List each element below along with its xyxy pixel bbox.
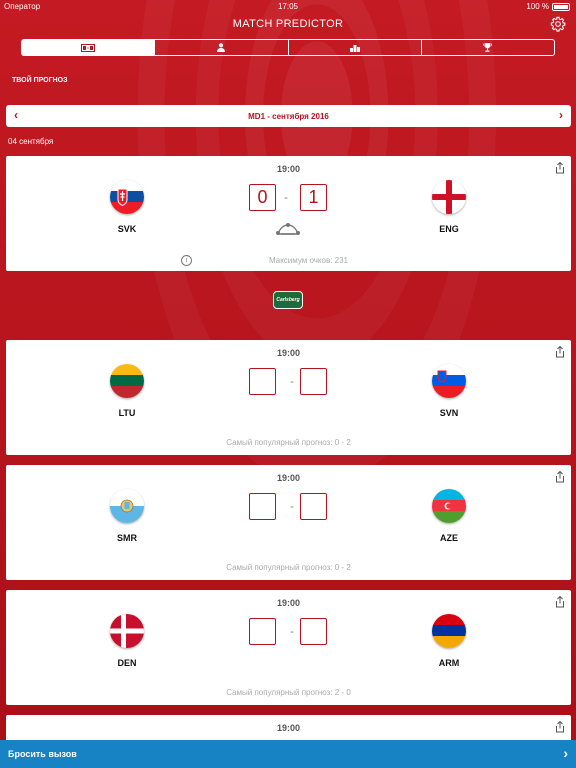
home-team-code: LTU <box>118 408 136 418</box>
away-score-input[interactable]: 1 <box>300 184 327 211</box>
popular-prediction-text: Самый популярный прогноз: 2 - 0 <box>226 688 351 697</box>
popular-prediction-text: Самый популярный прогноз: 0 - 2 <box>226 563 351 572</box>
match-card[interactable]: 19:00 SVK 0 - 1 ENG i Максимум очков: 23… <box>6 156 571 271</box>
away-team-code: ARM <box>438 658 460 668</box>
podium-icon <box>349 44 360 52</box>
settings-gear-icon[interactable] <box>550 16 566 32</box>
away-team-code: SVN <box>439 408 459 418</box>
flag-aze-icon <box>432 489 466 523</box>
home-team-code: SVK <box>117 224 137 234</box>
tab-bar <box>21 39 555 56</box>
home-score-input[interactable] <box>249 368 276 395</box>
home-team-code: SMR <box>117 533 137 543</box>
share-icon[interactable] <box>555 346 565 358</box>
away-team-code: AZE <box>440 533 458 543</box>
matchday-selector: ‹ MD1 - сентября 2016 › <box>6 105 571 127</box>
battery-indicator: 100 % <box>526 2 570 11</box>
score-separator: - <box>284 190 288 204</box>
home-score-input[interactable]: 0 <box>249 184 276 211</box>
kickoff-time: 19:00 <box>276 473 301 483</box>
matchday-label: MD1 - сентября 2016 <box>248 111 329 121</box>
next-chevron-icon[interactable]: › <box>559 108 563 122</box>
flag-eng-icon <box>432 180 466 214</box>
score-separator: - <box>290 624 294 638</box>
flag-svk-icon <box>110 180 144 214</box>
scoreboard-icon <box>81 43 96 52</box>
trophy-icon <box>483 43 493 52</box>
challenge-label: Бросить вызов <box>8 749 77 759</box>
tab-rankings[interactable] <box>289 40 422 55</box>
battery-icon <box>552 2 570 11</box>
away-score-input[interactable] <box>300 368 327 395</box>
match-card[interactable]: 19:00 LTU - SVN Самый популярный прогноз… <box>6 340 571 455</box>
share-icon[interactable] <box>555 721 565 733</box>
score-separator: - <box>290 499 294 513</box>
score-separator: - <box>290 374 294 388</box>
flag-svn-icon <box>432 364 466 398</box>
kickoff-time: 19:00 <box>276 598 301 608</box>
match-card[interactable]: 19:00 DEN - ARM Самый популярный прогноз… <box>6 590 571 705</box>
tab-profile[interactable] <box>155 40 289 55</box>
chevron-right-icon: › <box>563 745 568 761</box>
share-icon[interactable] <box>555 162 565 174</box>
match-card[interactable]: 19:00 SMR - AZE Самый популярный прогноз… <box>6 465 571 580</box>
away-score-input[interactable] <box>300 618 327 645</box>
kickoff-time: 19:00 <box>276 723 301 733</box>
user-icon <box>217 43 226 52</box>
home-score-input[interactable] <box>249 493 276 520</box>
carlsberg-logo: Carlsberg <box>273 291 303 309</box>
flag-den-icon <box>110 614 144 648</box>
section-label: ТВОЙ ПРОГНОЗ <box>12 77 68 84</box>
max-points-text: Максимум очков: 231 <box>268 256 348 265</box>
away-team-code: ENG <box>439 224 459 234</box>
home-team-code: DEN <box>117 658 137 668</box>
tab-trophies[interactable] <box>422 40 554 55</box>
flag-smr-icon <box>110 489 144 523</box>
jester-hat-icon <box>276 223 300 235</box>
clock: 17:05 <box>277 2 299 11</box>
page-title: MATCH PREDICTOR <box>232 18 344 30</box>
kickoff-time: 19:00 <box>276 348 301 358</box>
prev-chevron-icon[interactable]: ‹ <box>14 108 18 122</box>
share-icon[interactable] <box>555 471 565 483</box>
kickoff-time: 19:00 <box>276 164 301 174</box>
tab-predictions[interactable] <box>22 40 156 55</box>
popular-prediction-text: Самый популярный прогноз: 0 - 2 <box>226 438 351 447</box>
flag-arm-icon <box>432 614 466 648</box>
challenge-button[interactable]: Бросить вызов › <box>0 740 576 768</box>
share-icon[interactable] <box>555 596 565 608</box>
date-heading: 04 сентября <box>8 137 54 146</box>
away-score-input[interactable] <box>300 493 327 520</box>
home-score-input[interactable] <box>249 618 276 645</box>
status-bar: Оператор 17:05 100 % <box>0 0 576 14</box>
flag-ltu-icon <box>110 364 144 398</box>
